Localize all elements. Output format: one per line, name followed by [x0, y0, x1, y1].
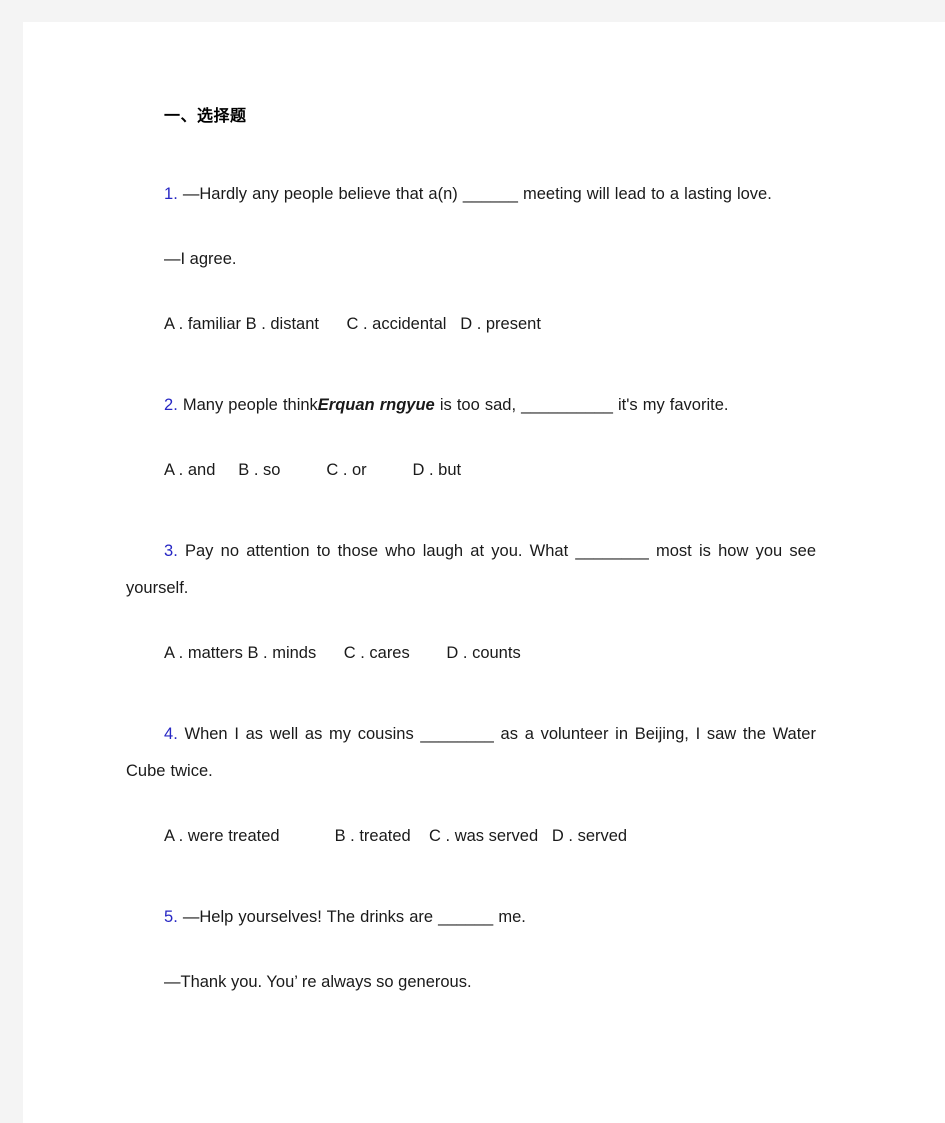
- question-block-4: 4. When I as well as my cousins ________…: [126, 716, 816, 855]
- question-3-options[interactable]: A . matters B . minds C . cares D . coun…: [126, 635, 816, 672]
- question-5-number-sep: .: [173, 908, 178, 927]
- question-4-stem-text: When I as well as my cousins ________ as…: [126, 725, 816, 781]
- question-4-number: 4: [164, 725, 174, 744]
- question-2-stem-prefix: Many people think: [182, 396, 318, 415]
- question-2-options[interactable]: A . and B . so C . or D . but: [126, 452, 816, 489]
- question-block-3: 3. Pay no attention to those who laugh a…: [126, 533, 816, 672]
- question-1-stem: 1. —Hardly any people believe that a(n) …: [126, 176, 816, 213]
- question-2-number: 2: [164, 396, 174, 415]
- question-2-stem-suffix: is too sad, __________ it's my favorite.: [434, 396, 729, 415]
- question-3-number-sep: .: [173, 542, 178, 561]
- question-5-number: 5: [164, 908, 174, 927]
- question-1-stem-text: —Hardly any people believe that a(n) ___…: [182, 185, 772, 204]
- question-1-number: 1: [164, 185, 174, 204]
- question-block-5: 5. —Help yourselves! The drinks are ____…: [126, 899, 816, 1001]
- question-5-stem-text: —Help yourselves! The drinks are ______ …: [182, 908, 526, 927]
- question-1-number-sep: .: [173, 185, 178, 204]
- question-3-number: 3: [164, 542, 174, 561]
- document-content: 一、选择题 1. —Hardly any people believe that…: [126, 107, 816, 1045]
- question-5-reply: —Thank you. You’ re always so generous.: [164, 973, 472, 992]
- document-page: 一、选择题 1. —Hardly any people believe that…: [23, 22, 945, 1123]
- question-1-options[interactable]: A . familiar B . distant C . accidental …: [126, 306, 816, 343]
- question-4-options[interactable]: A . were treated B . treated C . was ser…: [126, 818, 816, 855]
- question-block-2: 2. Many people thinkErquan rngyue is too…: [126, 387, 816, 489]
- question-3-stem-text: Pay no attention to those who laugh at y…: [126, 542, 816, 598]
- question-4-number-sep: .: [173, 725, 178, 744]
- question-2-number-sep: .: [173, 396, 178, 415]
- question-2-italic-title: Erquan rngyue: [317, 396, 435, 415]
- question-5-stem: 5. —Help yourselves! The drinks are ____…: [126, 899, 816, 936]
- question-4-stem: 4. When I as well as my cousins ________…: [126, 716, 816, 790]
- question-3-stem: 3. Pay no attention to those who laugh a…: [126, 533, 816, 607]
- question-1-reply: —I agree.: [164, 250, 237, 269]
- question-2-stem: 2. Many people thinkErquan rngyue is too…: [126, 387, 816, 424]
- section-heading: 一、选择题: [164, 108, 247, 125]
- question-block-1: 1. —Hardly any people believe that a(n) …: [126, 176, 816, 343]
